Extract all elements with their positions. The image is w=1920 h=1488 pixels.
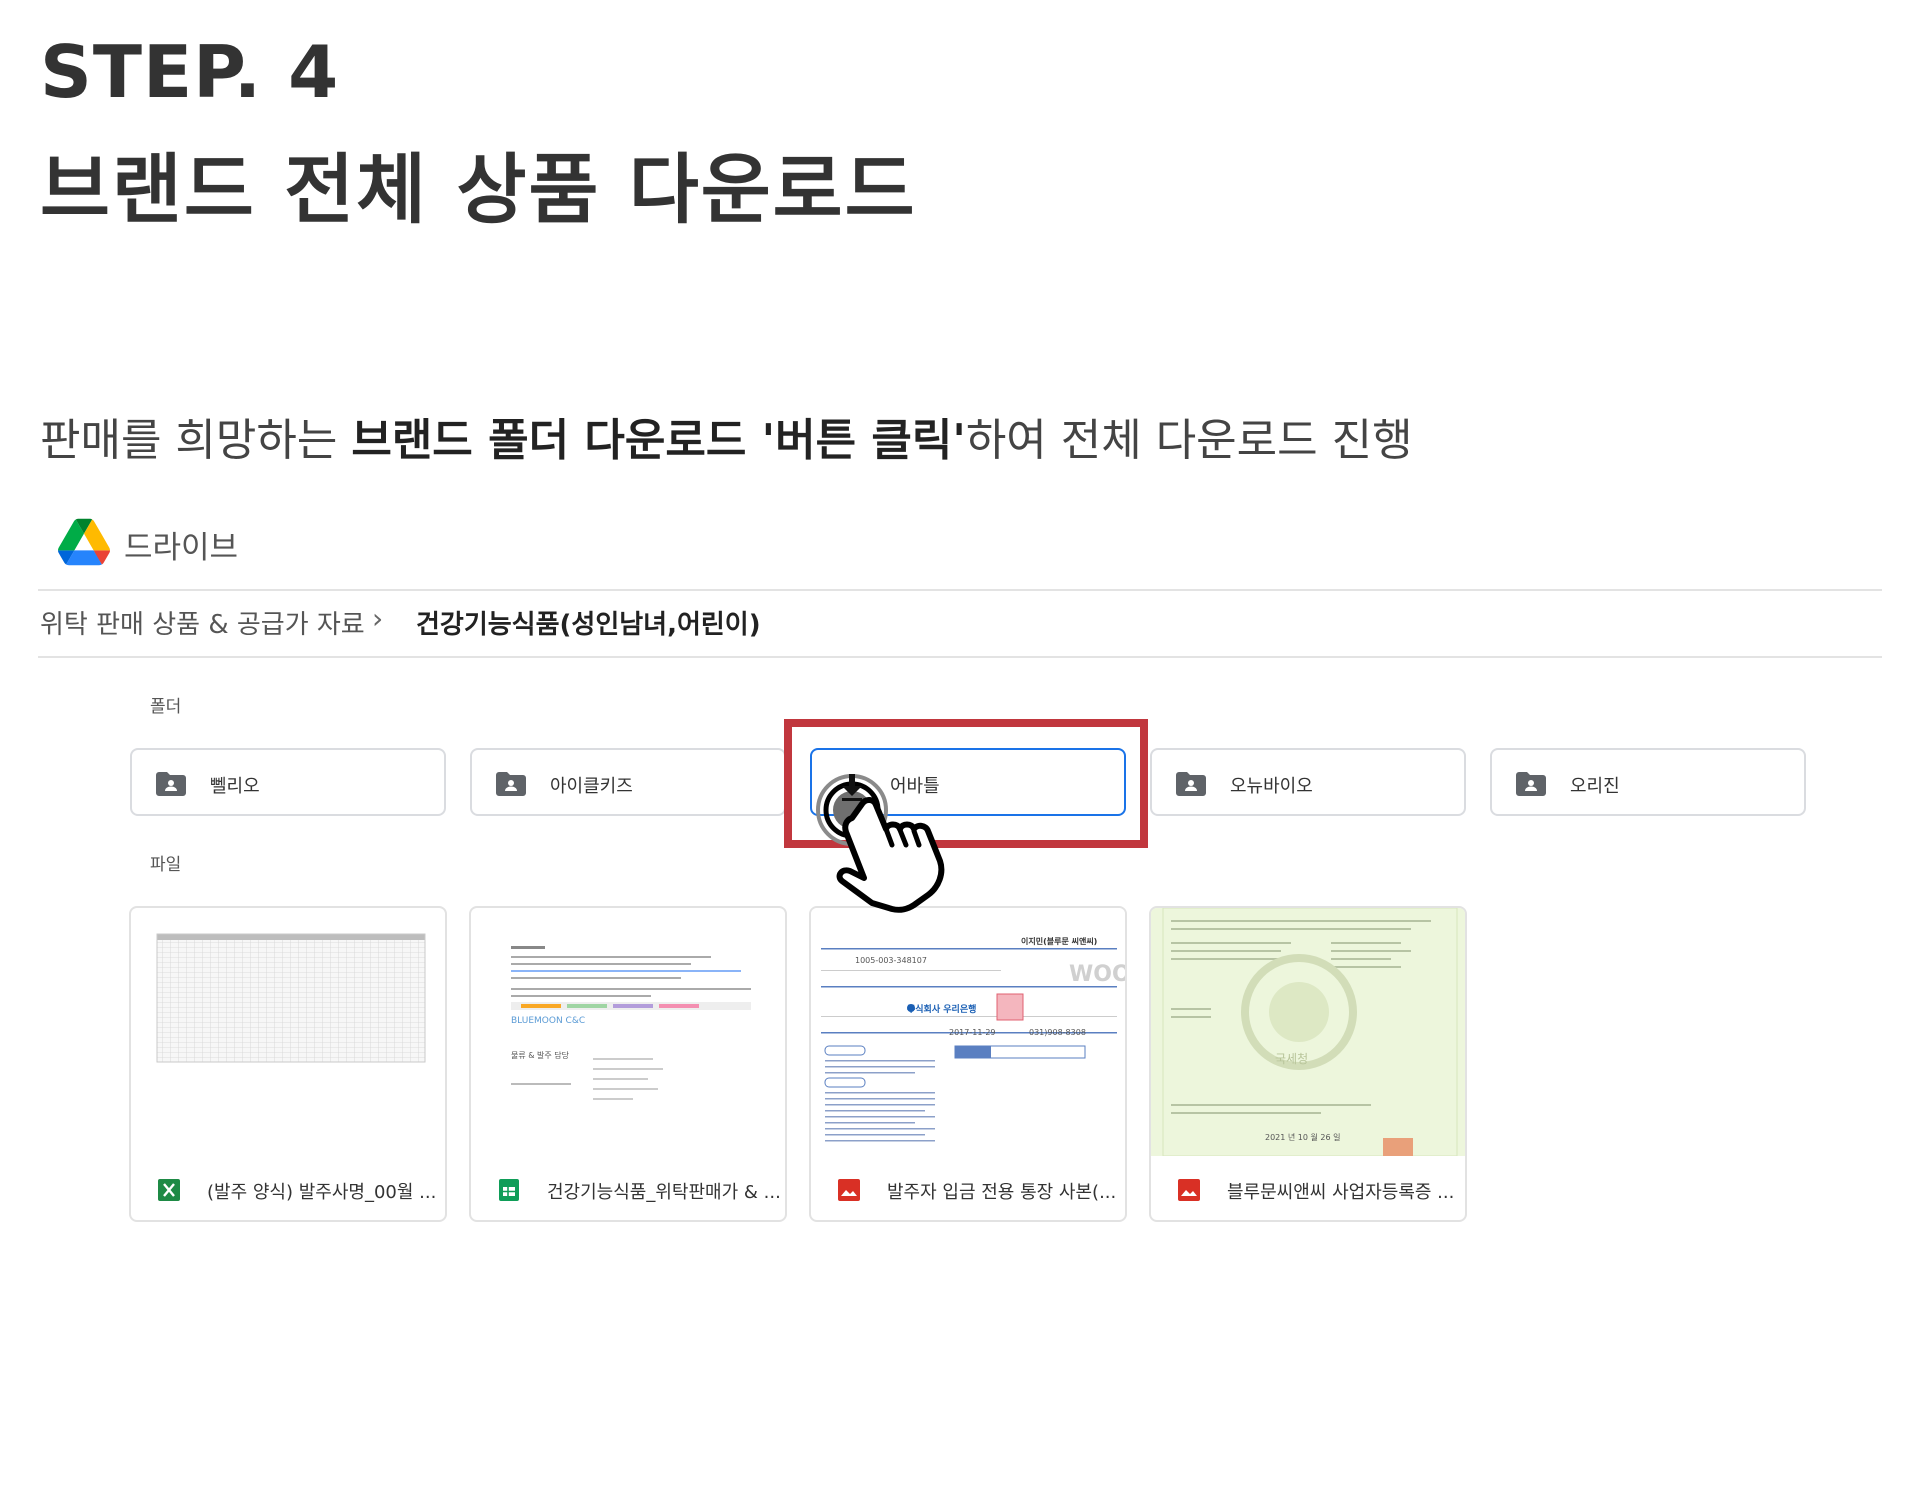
document-lines-preview bbox=[511, 946, 751, 1100]
cert-seal-text: 국세청 bbox=[1275, 1052, 1309, 1066]
folder-item[interactable]: 아이클키즈 bbox=[470, 748, 786, 816]
folder-name: 오리진 bbox=[1570, 776, 1620, 797]
instruction-text: 판매를 희망하는 브랜드 폴더 다운로드 '버튼 클릭'하여 전체 다운로드 진… bbox=[40, 404, 1413, 468]
file-name: 건강기능식품_위탁판매가 & ... bbox=[547, 1182, 781, 1203]
hand-pointer-click-icon bbox=[816, 774, 945, 913]
breadcrumb-parent[interactable]: 위탁 판매 상품 & 공급가 자료 bbox=[40, 604, 365, 641]
file-card[interactable]: (발주 양식) 발주사명_00월 ... bbox=[129, 906, 447, 1222]
shared-folder-icon bbox=[1516, 772, 1546, 796]
breadcrumb-current[interactable]: 건강기능식품(성인남녀,어린이) bbox=[416, 604, 761, 641]
certificate-thumbnail: 국세청 2021 년 10 월 26 일 bbox=[1151, 908, 1465, 1156]
account-number-text: 1005-003-348107 bbox=[855, 956, 927, 965]
cert-date-text: 2021 년 10 월 26 일 bbox=[1265, 1133, 1341, 1142]
instruction-pre: 판매를 희망하는 bbox=[40, 415, 352, 466]
excel-icon bbox=[158, 1179, 180, 1201]
shared-folder-icon bbox=[1176, 772, 1206, 796]
file-name: 블루문씨앤씨 사업자등록증 ... bbox=[1227, 1182, 1455, 1203]
files-heading: 파일 bbox=[150, 855, 182, 875]
doc-section-text: 물류 & 발주 담당 bbox=[511, 1051, 570, 1060]
file-card[interactable]: 이지민(블루문 씨앤씨) 1005-003-348107 주식회사 우리은행 W… bbox=[809, 906, 1127, 1222]
folder-item[interactable]: 뻴리오 bbox=[130, 748, 446, 816]
image-file-icon bbox=[1178, 1179, 1200, 1201]
open-date-text: 2017-11-29 bbox=[949, 1028, 996, 1037]
drive-name: 드라이브 bbox=[124, 530, 239, 566]
folders-heading: 폴더 bbox=[150, 697, 182, 717]
folder-item[interactable]: 오리진 bbox=[1490, 748, 1806, 816]
divider bbox=[38, 656, 1882, 658]
bank-name-text: 주식회사 우리은행 bbox=[907, 1005, 977, 1015]
certificate-preview bbox=[1151, 908, 1465, 1156]
breadcrumb-separator-icon: › bbox=[372, 602, 384, 635]
instruction-bold: 브랜드 폴더 다운로드 '버튼 클릭' bbox=[351, 415, 966, 466]
file-name: (발주 양식) 발주사명_00월 ... bbox=[207, 1182, 437, 1203]
folder-name: 아이클키즈 bbox=[550, 776, 633, 797]
spreadsheet-grid-preview bbox=[156, 933, 426, 1063]
google-sheets-icon bbox=[499, 1179, 519, 1201]
bank-phone-text: 031)908-8308 bbox=[1029, 1028, 1086, 1037]
account-holder-text: 이지민(블루문 씨앤씨) bbox=[1021, 937, 1098, 946]
document-thumbnail: BLUEMOON C&C 물류 & 발주 담당 bbox=[471, 908, 785, 1156]
folder-name: 뻴리오 bbox=[210, 776, 260, 797]
shared-folder-icon bbox=[156, 772, 186, 796]
page-title: 브랜드 전체 상품 다운로드 bbox=[40, 145, 917, 234]
instruction-post: 하여 전체 다운로드 진행 bbox=[965, 415, 1413, 466]
shared-folder-icon bbox=[496, 772, 526, 796]
google-drive-logo-icon bbox=[58, 518, 110, 566]
image-file-icon bbox=[838, 1179, 860, 1201]
bank-logo-text: WOORI bbox=[1069, 962, 1125, 987]
file-name: 발주자 입금 전용 통장 사본(... bbox=[887, 1182, 1117, 1203]
step-label: STEP. 4 bbox=[40, 30, 340, 114]
divider bbox=[38, 589, 1882, 591]
bankbook-thumbnail: 이지민(블루문 씨앤씨) 1005-003-348107 주식회사 우리은행 W… bbox=[811, 908, 1125, 1156]
file-card[interactable]: 국세청 2021 년 10 월 26 일 블루문씨앤씨 사업자등록증 ... bbox=[1149, 906, 1467, 1222]
folder-name: 오뉴바이오 bbox=[1230, 776, 1313, 797]
file-card[interactable]: BLUEMOON C&C 물류 & 발주 담당 건강기능식품_위탁판매가 & .… bbox=[469, 906, 787, 1222]
spreadsheet-thumbnail bbox=[131, 908, 445, 1156]
doc-company-text: BLUEMOON C&C bbox=[511, 1016, 586, 1026]
folder-item[interactable]: 오뉴바이오 bbox=[1150, 748, 1466, 816]
